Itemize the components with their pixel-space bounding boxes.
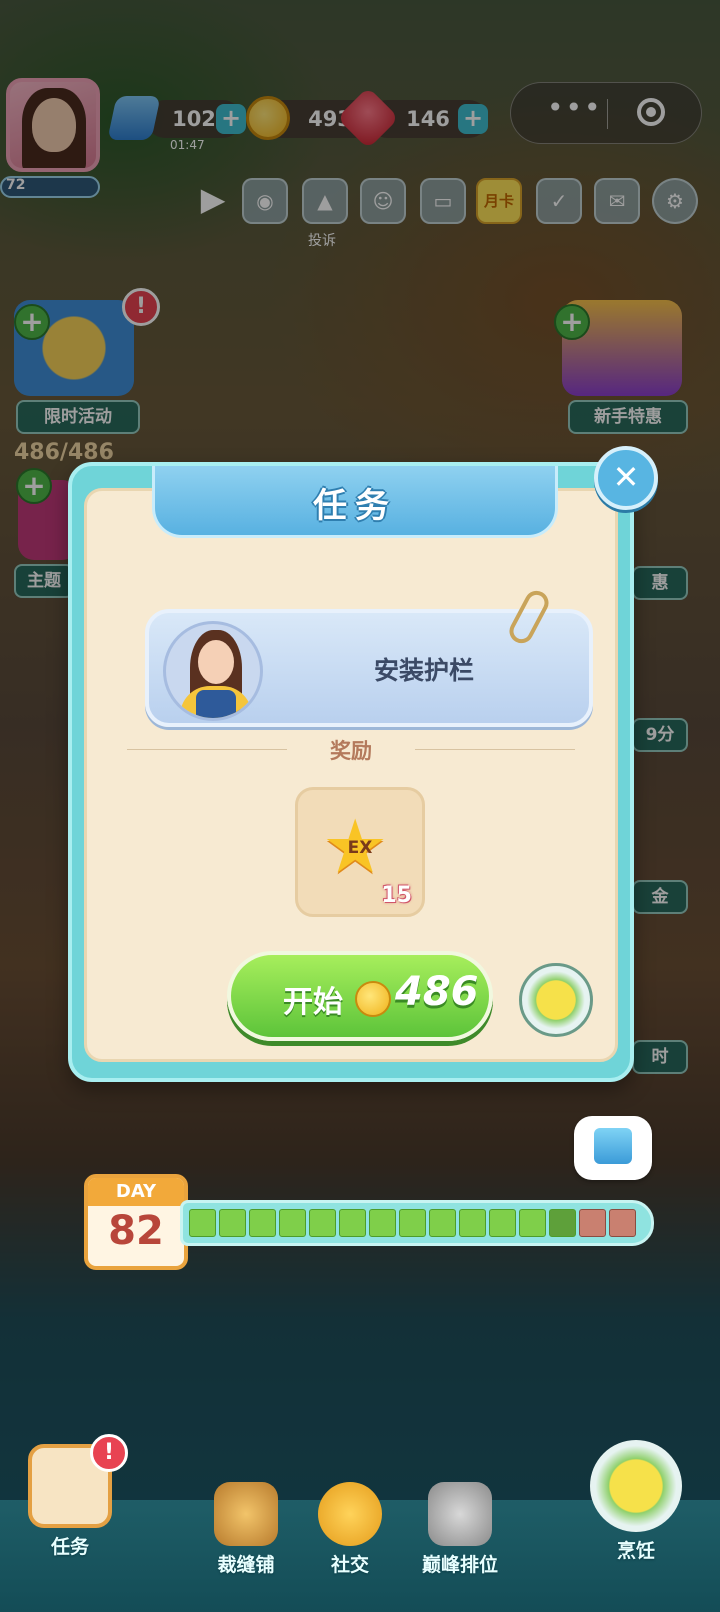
trophy-lock-icon [428,1482,492,1546]
day-calendar: DAY 82 [84,1174,188,1270]
character-portrait [163,621,263,721]
close-dialog-button[interactable]: ✕ [594,446,658,510]
progress-segment [279,1209,306,1237]
day-number: 82 [108,1208,164,1254]
progress-segment [609,1209,636,1237]
nav-ranking[interactable]: 巅峰排位 [400,1482,520,1577]
progress-segment [189,1209,216,1237]
start-task-button[interactable]: 开始 486 [227,951,493,1041]
nav-tailor[interactable]: 裁缝铺 [186,1482,306,1577]
start-label: 开始 [283,985,343,1020]
reward-chest-bubble[interactable] [574,1116,652,1180]
progress-segment [369,1209,396,1237]
progress-segment [399,1209,426,1237]
progress-segment [339,1209,366,1237]
progress-segment [579,1209,606,1237]
progress-segment [519,1209,546,1237]
reward-heading: 奖励 [330,739,372,763]
progress-segment [429,1209,456,1237]
progress-segment [309,1209,336,1237]
progress-segment [459,1209,486,1237]
task-dialog: 安装护栏 奖励 ★ EX 15 开始 486 任务 [68,462,634,1082]
progress-segment [549,1209,576,1237]
day-label: DAY [88,1178,184,1206]
start-cost: 486 [395,969,479,1015]
task-alert-badge: ! [90,1434,128,1472]
exp-badge-text: EX [347,838,373,858]
task-name: 安装护栏 [373,656,474,685]
bottom-nav: 任务 ! 裁缝铺 社交 巅峰排位 烹饪 [0,1434,720,1612]
progress-segment [489,1209,516,1237]
nav-social[interactable]: 社交 [290,1482,410,1577]
task-dialog-body: 安装护栏 奖励 ★ EX 15 开始 486 [84,488,618,1062]
coin-icon [355,981,391,1017]
social-face-icon [318,1482,382,1546]
reward-item: ★ EX 15 [295,787,425,917]
dialog-title: 任务 [313,486,397,526]
nav-cooking[interactable]: 烹饪 [576,1440,696,1563]
dialog-title-banner: 任务 [152,466,558,538]
thread-spool-icon [214,1482,278,1546]
reward-quantity: 15 [381,883,412,908]
cooking-pot-icon [519,963,593,1037]
reward-divider: 奖励 [127,735,575,765]
progress-segment [249,1209,276,1237]
cooking-pot-icon [590,1440,682,1532]
day-progress-bar [180,1200,654,1246]
progress-segment [219,1209,246,1237]
chest-icon [594,1128,632,1164]
